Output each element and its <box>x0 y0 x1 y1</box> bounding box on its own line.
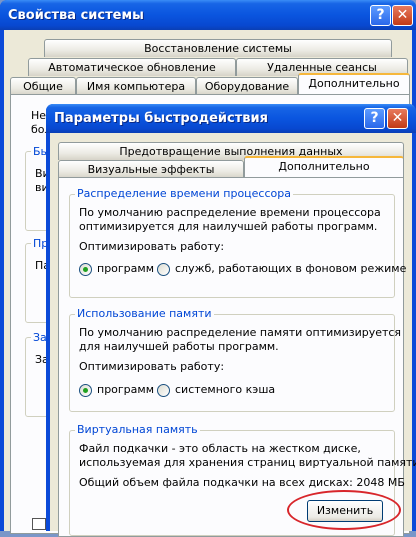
cpu-desc-line1: По умолчанию распределение времени проце… <box>79 206 381 219</box>
dialog-advanced-panel: Распределение времени процессора По умол… <box>58 177 416 537</box>
red-highlight-circle <box>287 490 401 530</box>
memory-cache-radio[interactable] <box>157 384 170 397</box>
cpu-scheduling-label: Распределение времени процессора <box>75 187 293 200</box>
tab-dialog-advanced[interactable]: Дополнительно <box>244 156 404 177</box>
tab-computer-name[interactable]: Имя компьютера <box>76 77 196 95</box>
tab-label: Визуальные эффекты <box>87 163 215 176</box>
dialog-title: Параметры быстродействия <box>54 111 268 126</box>
tab-label: Дополнительно <box>278 160 370 173</box>
memory-usage-label: Использование памяти <box>75 307 214 320</box>
dialog-help-button[interactable]: ? <box>364 108 385 129</box>
tab-general[interactable]: Общие <box>10 77 76 95</box>
tab-label: Оборудование <box>204 80 290 93</box>
tab-label: Общие <box>23 80 63 93</box>
memory-desc-line1: По умолчанию распределение памяти оптими… <box>79 326 402 339</box>
tab-label: Автоматическое обновление <box>48 61 216 74</box>
system-properties-titlebar[interactable]: Свойства системы <box>0 0 416 30</box>
close-icon: ✕ <box>396 7 409 23</box>
memory-optimize-label: Оптимизировать работу: <box>79 360 225 373</box>
tab-label: Восстановление системы <box>144 42 292 55</box>
help-icon: ? <box>370 110 379 126</box>
help-button[interactable]: ? <box>370 5 391 26</box>
dialog-close-button[interactable]: ✕ <box>387 108 408 129</box>
close-button[interactable]: ✕ <box>392 5 413 26</box>
tab-visual-effects[interactable]: Визуальные эффекты <box>58 160 244 178</box>
shortcut-arrow-icon <box>32 518 46 530</box>
cpu-programs-label[interactable]: программ <box>97 262 154 276</box>
cpu-services-label[interactable]: служб, работающих в фоновом режиме <box>175 262 406 276</box>
cpu-services-radio[interactable] <box>157 263 170 276</box>
cpu-desc-line2: оптимизируется для наилучшей работы прог… <box>79 220 378 233</box>
vm-total-size: Общий объем файла подкачки на всех диска… <box>79 476 405 489</box>
virtual-memory-label: Виртуальная память <box>75 423 200 436</box>
performance-options-dialog: Параметры быстродействия ? ✕ Предотвраще… <box>46 104 416 537</box>
memory-desc-line2: для наилучшей работы программ. <box>79 340 279 353</box>
tab-label: Имя компьютера <box>86 80 186 93</box>
tab-system-restore[interactable]: Восстановление системы <box>44 39 392 57</box>
memory-cache-label[interactable]: системного кэша <box>175 383 275 397</box>
vm-desc-line1: Файл подкачки - это область на жестком д… <box>79 442 361 455</box>
memory-programs-label[interactable]: программ <box>97 383 154 397</box>
performance-options-titlebar[interactable]: Параметры быстродействия <box>46 104 416 133</box>
tab-automatic-updates[interactable]: Автоматическое обновление <box>28 58 236 76</box>
close-icon: ✕ <box>391 110 404 126</box>
tab-advanced[interactable]: Дополнительно <box>298 73 410 94</box>
cpu-optimize-label: Оптимизировать работу: <box>79 240 225 253</box>
tab-hardware[interactable]: Оборудование <box>196 77 298 95</box>
help-icon: ? <box>376 7 385 23</box>
memory-programs-radio[interactable] <box>79 384 92 397</box>
tab-label: Дополнительно <box>308 77 400 90</box>
vm-desc-line2: используемая для хранения страниц виртуа… <box>79 456 416 469</box>
window-title: Свойства системы <box>8 8 144 23</box>
cpu-programs-radio[interactable] <box>79 263 92 276</box>
performance-options-client: Предотвращение выполнения данных Визуаль… <box>50 133 416 537</box>
